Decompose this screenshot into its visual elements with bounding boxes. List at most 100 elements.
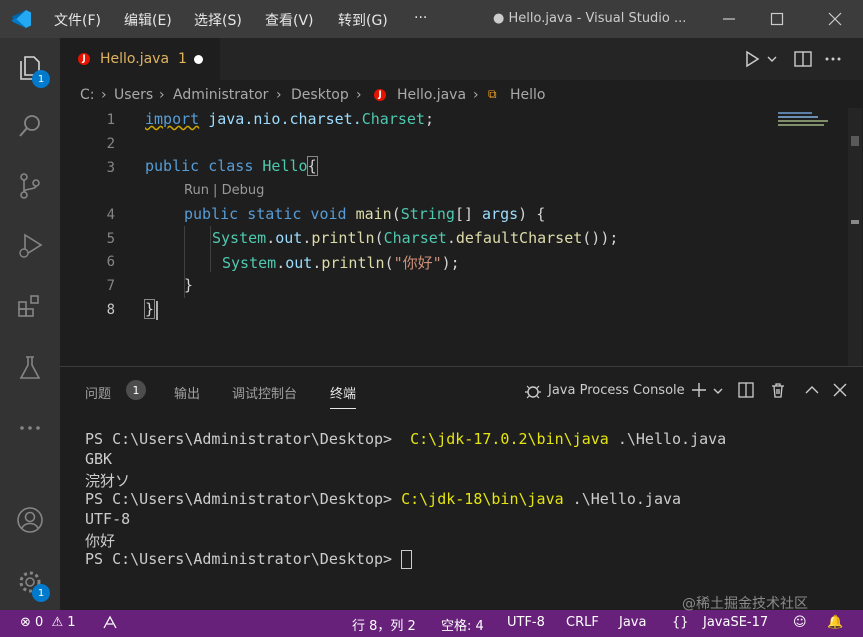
live-share-button[interactable]	[101, 614, 119, 636]
breadcrumb: C: › Users › Administrator › Desktop › J…	[60, 80, 863, 110]
run-dropdown-button[interactable]	[766, 53, 778, 69]
tab-debug-console[interactable]: 调试控制台	[232, 383, 297, 402]
feedback-icon[interactable]: ☺	[793, 615, 807, 630]
class-symbol-icon: ⧉	[488, 87, 497, 101]
close-panel-button[interactable]	[831, 381, 849, 403]
java-file-icon: J	[78, 53, 90, 65]
breadcrumb-drive[interactable]: C:	[80, 87, 95, 103]
encoding[interactable]: UTF-8	[507, 615, 545, 630]
menu-more[interactable]: ···	[414, 10, 427, 26]
breadcrumb-administrator[interactable]: Administrator	[173, 87, 268, 103]
terminal-selector[interactable]: Java Process Console	[548, 383, 685, 398]
cursor-position[interactable]: 行 8，列 2	[352, 615, 416, 634]
problems-count-badge: 1	[126, 380, 146, 400]
chevron-right-icon: ›	[473, 87, 479, 103]
explorer-button[interactable]: 1	[12, 50, 50, 88]
menu-edit[interactable]: 编辑(E)	[124, 10, 172, 30]
maximize-button[interactable]	[762, 4, 792, 34]
close-icon	[833, 383, 847, 397]
tab-terminal[interactable]: 终端	[330, 383, 357, 409]
chevron-down-icon	[767, 56, 777, 62]
end-of-line[interactable]: CRLF	[566, 615, 599, 630]
watermark: @稀土掘金技术社区	[682, 596, 808, 612]
kill-terminal-button[interactable]	[769, 381, 787, 403]
close-icon	[828, 12, 842, 26]
java-file-icon: J	[374, 89, 386, 101]
code-line-5: System.out.println(Charset.defaultCharse…	[212, 229, 619, 247]
terminal-dropdown-button[interactable]	[712, 385, 724, 401]
java-runtime[interactable]: JavaSE-17	[703, 615, 768, 630]
codelens-run-debug[interactable]: Run | Debug	[184, 183, 264, 198]
chevron-right-icon: ›	[101, 87, 107, 103]
flask-icon	[19, 356, 41, 379]
chevron-up-icon	[805, 386, 819, 394]
breadcrumb-users[interactable]: Users	[114, 87, 153, 103]
unsaved-dot-icon[interactable]	[194, 55, 203, 64]
terminal-cursor	[401, 550, 413, 569]
error-icon: ⊗	[20, 615, 31, 630]
vscode-logo-icon	[10, 8, 32, 30]
breadcrumb-class[interactable]: Hello	[510, 87, 546, 103]
extensions-button[interactable]	[12, 288, 48, 324]
line-number: 8	[106, 302, 115, 318]
manage-button[interactable]: 1	[12, 564, 50, 602]
menu-selection[interactable]: 选择(S)	[194, 10, 242, 30]
warning-count: 1	[67, 615, 76, 630]
line-number: 1	[106, 112, 115, 128]
split-terminal-icon	[738, 382, 754, 398]
run-button[interactable]	[742, 49, 762, 73]
line-number: 5	[106, 231, 115, 247]
minimize-button[interactable]	[714, 4, 744, 34]
explorer-badge: 1	[32, 70, 50, 88]
tab-output[interactable]: 输出	[174, 383, 200, 402]
title-bar: 文件(F) 编辑(E) 选择(S) 查看(V) 转到(G) ··· ● Hell…	[0, 0, 863, 38]
maximize-icon	[770, 12, 784, 26]
testing-button[interactable]	[12, 350, 48, 386]
more-views-button[interactable]	[12, 410, 48, 446]
run-debug-button[interactable]	[12, 228, 48, 264]
maximize-panel-button[interactable]	[803, 381, 821, 403]
menu-view[interactable]: 查看(V)	[265, 10, 314, 30]
notifications-icon[interactable]: 🔔	[827, 615, 843, 630]
accounts-button[interactable]	[12, 502, 48, 538]
line-number: 3	[106, 160, 115, 176]
code-line-3: public class Hello{	[145, 156, 318, 176]
minimap[interactable]	[778, 110, 848, 128]
close-window-button[interactable]	[820, 4, 850, 34]
chevron-down-icon	[713, 388, 723, 394]
menu-file[interactable]: 文件(F)	[54, 10, 101, 30]
plus-icon	[692, 383, 706, 397]
menu-go[interactable]: 转到(G)	[338, 10, 388, 30]
bottom-panel: 问题 1 输出 调试控制台 终端 Java Process Console PS…	[60, 366, 863, 611]
search-button[interactable]	[12, 108, 48, 144]
minimize-icon	[723, 18, 735, 20]
trash-icon	[772, 383, 784, 398]
ellipsis-icon	[825, 57, 841, 61]
source-control-button[interactable]	[12, 168, 48, 204]
editor-tab-bar: J Hello.java 1	[60, 38, 863, 80]
split-editor-button[interactable]	[793, 49, 813, 73]
breadcrumb-desktop[interactable]: Desktop	[291, 87, 349, 103]
terminal-line: PS C:\Users\Administrator\Desktop> C:\jd…	[85, 490, 682, 508]
code-line-8: }	[143, 299, 156, 319]
split-terminal-button[interactable]	[737, 381, 755, 403]
tab-problems[interactable]: 问题	[85, 383, 111, 402]
warning-icon: ⚠	[51, 615, 64, 630]
tab-hello-java[interactable]: J Hello.java 1	[60, 38, 220, 80]
code-line-1: import java.nio.charset.Charset;	[145, 110, 434, 128]
breadcrumb-file[interactable]: Hello.java	[397, 87, 466, 103]
language-mode[interactable]: Java	[619, 615, 646, 630]
chevron-right-icon: ›	[276, 87, 282, 103]
more-actions-button[interactable]	[823, 49, 843, 73]
code-editor[interactable]: 1 2 3 4 5 6 7 8 import java.nio.charset.…	[60, 108, 863, 366]
problems-status[interactable]: ⊗ 0 ⚠ 1	[20, 615, 76, 630]
chevron-right-icon: ›	[159, 87, 165, 103]
indentation[interactable]: 空格: 4	[441, 615, 484, 634]
terminal-line: PS C:\Users\Administrator\Desktop> C:\jd…	[85, 430, 727, 448]
ellipsis-icon	[20, 426, 40, 430]
editor-scrollbar[interactable]	[848, 108, 862, 366]
code-line-4: public static void main(String[] args) {	[184, 205, 546, 223]
status-bar: ⊗ 0 ⚠ 1 行 8，列 2 空格: 4 UTF-8 CRLF Java {}…	[0, 596, 863, 637]
terminal-line: PS C:\Users\Administrator\Desktop>	[85, 550, 413, 569]
new-terminal-button[interactable]	[690, 381, 708, 403]
